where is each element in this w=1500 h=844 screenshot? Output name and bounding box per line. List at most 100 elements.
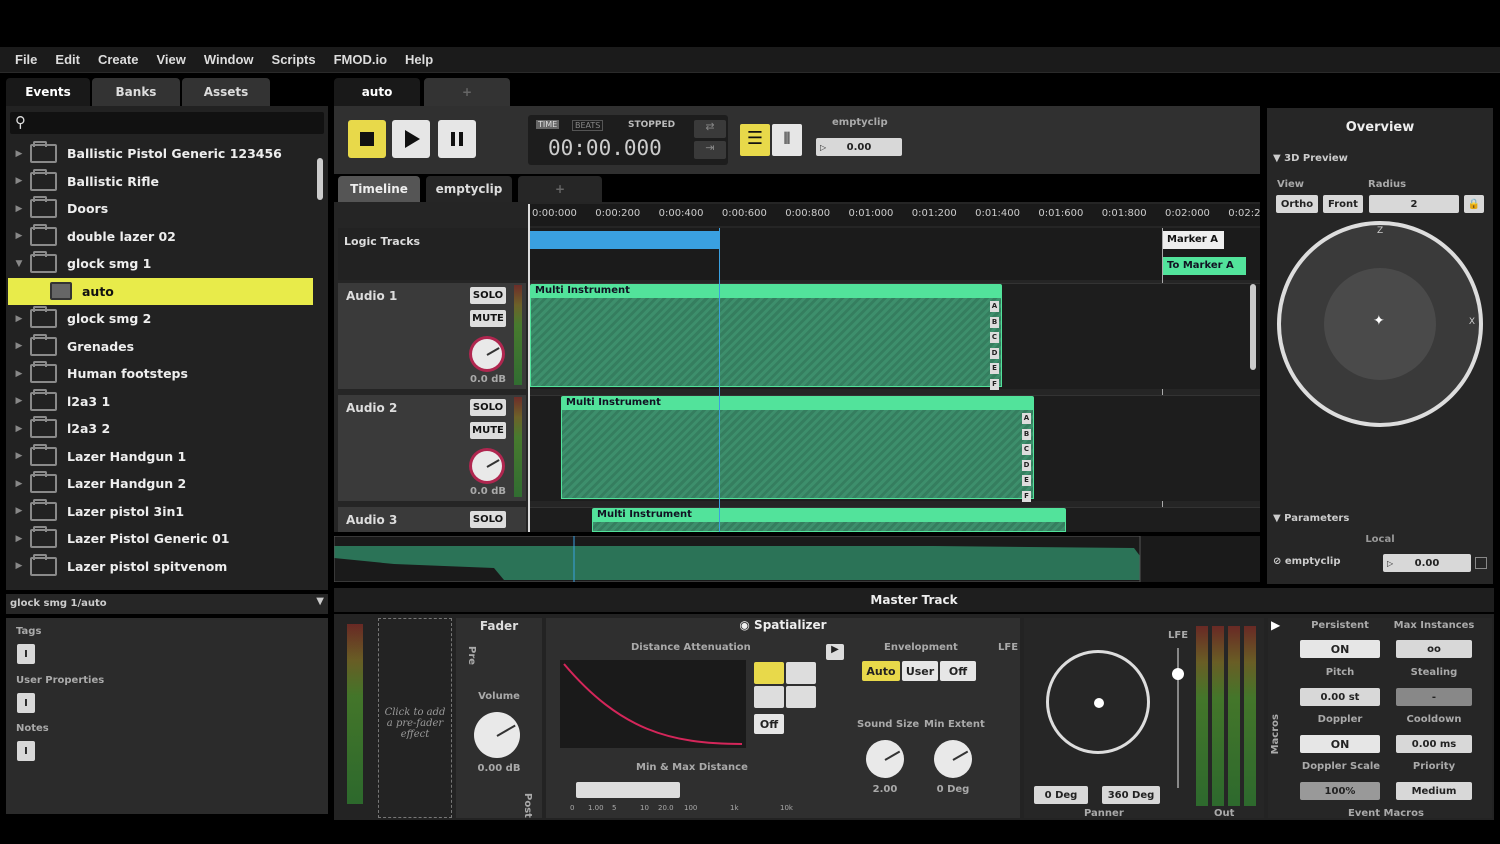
chevron-down-icon[interactable]: ▼ (8, 259, 30, 269)
pitch-field[interactable]: 0.00 st (1300, 688, 1380, 706)
folder-item[interactable]: ▶ Lazer Handgun 1 (8, 443, 313, 470)
3d-preview-header[interactable]: ▼ 3D Preview (1273, 153, 1348, 164)
playlist-entry-marker[interactable]: A (1022, 413, 1031, 424)
folder-item[interactable]: ▶ double lazer 02 (8, 223, 313, 250)
tab-add[interactable]: + (424, 78, 510, 106)
loop-region[interactable] (530, 231, 719, 249)
folder-item[interactable]: ▼ glock smg 1 (8, 250, 313, 277)
chevron-right-icon[interactable]: ▶ (8, 424, 30, 434)
playlist-entry-marker[interactable]: F (990, 378, 999, 390)
clip-param-field[interactable]: ▷ 0.00 (816, 138, 902, 156)
spatializer-title[interactable]: ◉ Spatializer (546, 618, 1020, 632)
track-header[interactable]: Audio 2 SOLO MUTE 0.0 dB (338, 395, 526, 501)
parameters-header[interactable]: ▼ Parameters (1273, 513, 1349, 524)
transition-to-marker-a[interactable]: To Marker A (1162, 257, 1246, 275)
playlist-entry-marker[interactable]: E (990, 363, 999, 374)
list-view-icon[interactable]: ☰ (740, 124, 770, 156)
extent-min-field[interactable]: 0 Deg (1034, 786, 1088, 804)
param-emptyclip[interactable]: ⊘ emptyclip (1273, 556, 1340, 567)
mute-button[interactable]: MUTE (470, 422, 506, 439)
chevron-right-icon[interactable]: ▶ (8, 149, 30, 159)
multi-instrument-clip[interactable] (592, 521, 1066, 532)
beats-mode-toggle[interactable]: BEATS (572, 120, 604, 131)
folder-item[interactable]: ▶ l2a3 2 (8, 415, 313, 442)
multi-instrument-clip-header[interactable]: Multi Instrument (561, 396, 1034, 409)
folder-item[interactable]: ▶ Lazer pistol spitvenom (8, 553, 313, 580)
tab-event-auto[interactable]: auto (334, 78, 420, 106)
envelopment-user[interactable]: User (902, 661, 938, 681)
chevron-right-icon[interactable]: ▶ (8, 396, 30, 406)
tab-banks[interactable]: Banks (92, 78, 180, 106)
curve-inverse-tapered-icon[interactable] (786, 686, 816, 708)
playlist-entry-marker[interactable]: E (1022, 475, 1031, 486)
folder-item[interactable]: ▶ Human footsteps (8, 360, 313, 387)
event-item[interactable]: auto (8, 277, 313, 305)
playlist-entry-marker[interactable]: D (1022, 459, 1031, 471)
envelopment-auto[interactable]: Auto (862, 661, 900, 681)
tab-add-sheet[interactable]: + (518, 176, 602, 202)
pre-fader-slot[interactable]: Click to add a pre-fader effect (378, 618, 452, 818)
follow-icon[interactable]: ⇥ (694, 141, 726, 159)
chevron-right-icon[interactable]: ▶ (8, 231, 30, 241)
menu-scripts[interactable]: Scripts (272, 52, 316, 67)
user-properties-add-icon[interactable]: I (17, 693, 35, 713)
track-volume-knob[interactable] (472, 339, 502, 369)
tags-add-icon[interactable]: I (17, 644, 35, 664)
doppler-scale-field[interactable]: 100% (1300, 782, 1380, 800)
extent-max-field[interactable]: 360 Deg (1102, 786, 1160, 804)
multi-instrument-clip[interactable]: ABCDEF (530, 297, 1002, 390)
curve-off-button[interactable]: Off (754, 714, 784, 734)
lfe-slider-handle[interactable] (1172, 668, 1184, 680)
cooldown-field[interactable]: 0.00 ms (1396, 735, 1472, 753)
folder-item[interactable]: ▶ Lazer pistol 3in1 (8, 498, 313, 525)
menu-window[interactable]: Window (204, 52, 254, 67)
folder-item[interactable]: ▶ Lazer Handgun 2 (8, 470, 313, 497)
max-instances-field[interactable]: oo (1396, 640, 1472, 658)
multi-instrument-clip[interactable]: ABCDEF (561, 409, 1034, 502)
stop-button[interactable] (348, 120, 386, 158)
playlist-entry-marker[interactable]: B (1022, 428, 1031, 440)
menu-file[interactable]: File (15, 52, 37, 67)
doppler-toggle[interactable]: ON (1300, 735, 1380, 753)
radius-field[interactable]: 2 (1369, 195, 1459, 213)
tab-assets[interactable]: Assets (182, 78, 270, 106)
distance-range-slider[interactable] (576, 782, 680, 798)
3d-preview-view[interactable]: Z X ✦ (1277, 221, 1483, 427)
attenuation-graph[interactable] (560, 660, 746, 748)
curve-inverse-icon[interactable] (754, 686, 784, 708)
marker-a[interactable]: Marker A (1162, 231, 1224, 249)
chevron-right-icon[interactable]: ▶ (8, 369, 30, 379)
menu-create[interactable]: Create (98, 52, 138, 67)
playhead[interactable] (528, 204, 530, 532)
ortho-button[interactable]: Ortho (1276, 195, 1318, 213)
chevron-right-icon[interactable]: ▶ (8, 314, 30, 324)
multi-instrument-clip-header[interactable]: Multi Instrument (530, 284, 1002, 297)
chevron-right-icon[interactable]: ▶ (8, 204, 30, 214)
menu-help[interactable]: Help (405, 52, 433, 67)
front-button[interactable]: Front (1323, 195, 1363, 213)
envelopment-off[interactable]: Off (940, 661, 976, 681)
curve-linear-squared-icon[interactable] (754, 662, 784, 684)
min-extent-knob[interactable] (934, 740, 972, 778)
param-value-field[interactable]: ▷ 0.00 (1383, 554, 1471, 572)
tab-events[interactable]: Events (6, 78, 90, 106)
playlist-entry-marker[interactable]: D (990, 347, 999, 359)
grid-view-icon[interactable]: ⫴ (772, 124, 802, 156)
panner-point[interactable] (1094, 698, 1104, 708)
chevron-right-icon[interactable]: ▶ (8, 479, 30, 489)
chevron-right-icon[interactable]: ▶ (8, 506, 30, 516)
playlist-entry-marker[interactable]: F (1022, 490, 1031, 502)
solo-button[interactable]: SOLO (470, 399, 506, 416)
folder-item[interactable]: ▶ glock smg 2 (8, 305, 313, 332)
chevron-right-icon[interactable]: ▶ (8, 341, 30, 351)
expand-icon[interactable]: ▶ (826, 644, 844, 660)
play-button[interactable] (392, 120, 430, 158)
volume-knob[interactable] (474, 712, 520, 758)
mute-button[interactable]: MUTE (470, 310, 506, 327)
track-volume-knob[interactable] (472, 451, 502, 481)
folder-item[interactable]: ▶ Ballistic Rifle (8, 168, 313, 195)
track-header[interactable]: Audio 3 SOLO (338, 507, 526, 532)
curve-linear-icon[interactable] (786, 662, 816, 684)
browser-scrollbar[interactable] (317, 158, 323, 200)
param-checkbox[interactable] (1475, 557, 1487, 569)
